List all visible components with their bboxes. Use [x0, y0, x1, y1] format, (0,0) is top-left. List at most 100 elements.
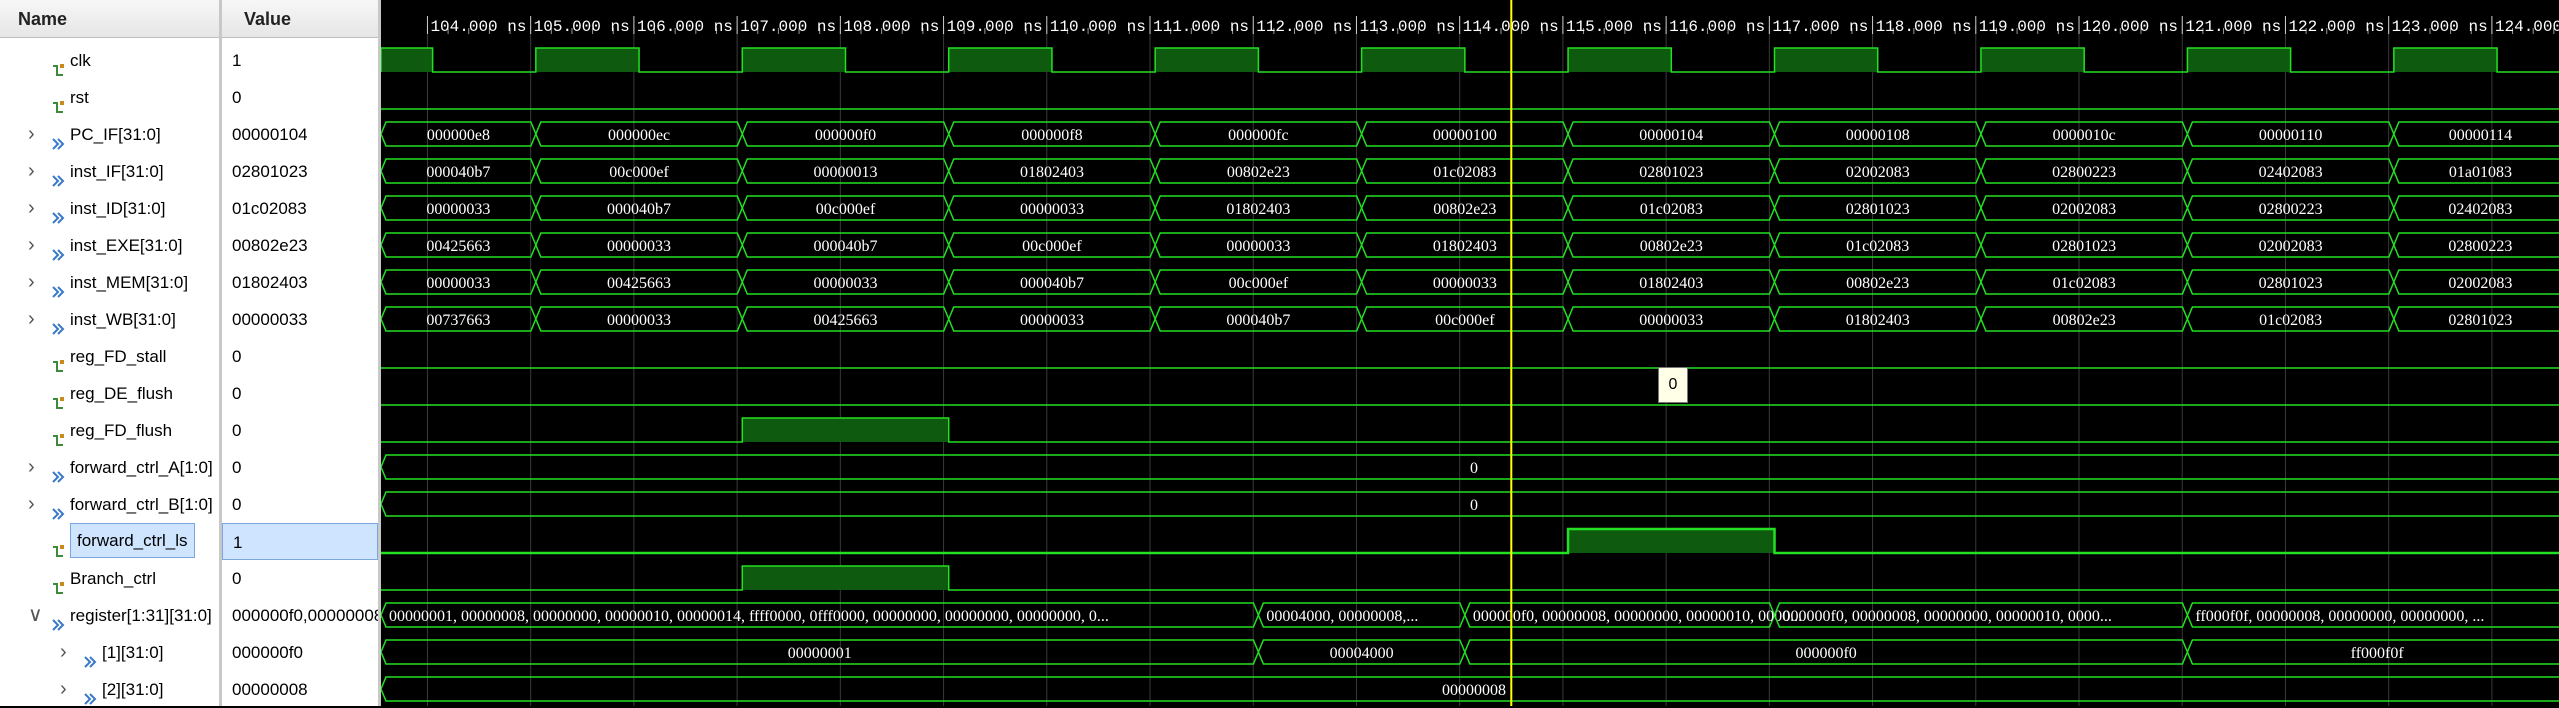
- bus-signal-icon: [52, 312, 65, 335]
- signal-high-fill: [2187, 48, 2291, 72]
- waveform-canvas[interactable]: 104.000 ns 105.000 ns 106.000 ns 107.000 ns…: [381, 0, 2559, 706]
- bus-value-label: 00000033: [1226, 238, 1290, 255]
- signal-value-register-1-31-31-0: 000000f0,00000008,00000000,00000010,0000: [232, 605, 378, 625]
- signal-name: forward_ctrl_A[1:0]: [70, 457, 213, 477]
- bit-signal-icon: [52, 534, 65, 557]
- bus-value-label: 000040b7: [814, 238, 878, 255]
- bus-value-label: 0: [1470, 460, 1478, 477]
- bus-value-label: 000000ec: [608, 127, 670, 144]
- bus-signal-icon: [52, 201, 65, 224]
- chevron-right-icon[interactable]: ›: [28, 301, 35, 338]
- signal-high-fill: [2393, 48, 2498, 72]
- chevron-right-icon[interactable]: ›: [28, 227, 35, 264]
- signal-row-1-31-0[interactable]: › [1][31:0]: [0, 634, 219, 671]
- chevron-right-icon[interactable]: ›: [28, 264, 35, 301]
- chevron-right-icon[interactable]: ›: [28, 190, 35, 227]
- signal-row-branch-ctrl[interactable]: Branch_ctrl: [0, 560, 219, 597]
- bus-value-label: 01802403: [1846, 312, 1910, 329]
- waveform-area[interactable]: 104.000 ns 105.000 ns 106.000 ns 107.000 ns…: [381, 0, 2559, 706]
- bus-value-label: 01c02083: [1433, 164, 1496, 181]
- bus-value-label: 01c02083: [1640, 201, 1703, 218]
- signal-row-inst-mem-31-0[interactable]: › inst_MEM[31:0]: [0, 264, 219, 301]
- time-tick-label: 120.000 ns: [2082, 18, 2178, 36]
- signal-row-pc-if-31-0[interactable]: › PC_IF[31:0]: [0, 116, 219, 153]
- bus-value-label: 00c000ef: [816, 201, 876, 218]
- bus-value-label: 00000033: [814, 275, 878, 292]
- bus-value-label: 00004000: [1330, 645, 1394, 662]
- signal-row-clk[interactable]: clk: [0, 42, 219, 79]
- signal-value-branch-ctrl: 0: [232, 568, 242, 588]
- signal-row-reg-fd-flush[interactable]: reg_FD_flush: [0, 412, 219, 449]
- bus-value-label: 00000001: [788, 645, 852, 662]
- bus-value-label: ff000f0f: [2351, 645, 2405, 662]
- bit-signal-icon: [52, 423, 65, 446]
- signal-row-2-31-0[interactable]: › [2][31:0]: [0, 671, 219, 708]
- bit-signal-icon: [52, 571, 65, 594]
- signal-value-forward-ctrl-a-1-0: 0: [232, 457, 242, 477]
- signal-high-fill: [381, 48, 433, 72]
- signal-high-fill: [535, 48, 640, 72]
- signal-value-inst-id-31-0: 01c02083: [232, 198, 307, 218]
- bus-value-label: 02801023: [1639, 164, 1703, 181]
- signal-row-forward-ctrl-b-1-0[interactable]: › forward_ctrl_B[1:0]: [0, 486, 219, 523]
- bus-signal-icon: [52, 127, 65, 150]
- signal-row-inst-id-31-0[interactable]: › inst_ID[31:0]: [0, 190, 219, 227]
- time-tick-label: 105.000 ns: [534, 18, 630, 36]
- bus-value-label: 00000110: [2259, 127, 2322, 144]
- bit-signal-icon: [52, 386, 65, 409]
- signal-name: reg_FD_stall: [70, 346, 167, 366]
- time-tick-label: 108.000 ns: [843, 18, 939, 36]
- signal-row-rst[interactable]: rst: [0, 79, 219, 116]
- bus-value-label: 00000033: [607, 312, 671, 329]
- signal-name: inst_WB[31:0]: [70, 309, 176, 329]
- bus-value-label: 00000104: [1639, 127, 1703, 144]
- signal-row-register-1-31-31-0[interactable]: ∨ register[1:31][31:0]: [0, 597, 219, 634]
- chevron-right-icon[interactable]: ›: [60, 634, 67, 671]
- bus-value-label: 01802403: [1226, 201, 1290, 218]
- time-tick-label: 111.000 ns: [1153, 18, 1249, 36]
- signal-row-reg-de-flush[interactable]: reg_DE_flush: [0, 375, 219, 412]
- signal-value-2-31-0: 00000008: [232, 679, 308, 699]
- signal-name: reg_FD_flush: [70, 420, 173, 440]
- signal-row-forward-ctrl-ls[interactable]: forward_ctrl_ls: [0, 522, 219, 560]
- signal-high-fill: [1774, 48, 1878, 72]
- signal-value-clk: 1: [232, 50, 242, 70]
- bus-value-label: 00802e23: [1846, 275, 1909, 292]
- chevron-right-icon[interactable]: ›: [60, 671, 67, 708]
- name-column: Name clk rst › PC_IF[31:0] › inst_IF[31:0] › in…: [0, 0, 219, 706]
- bus-value-label: 000040b7: [1020, 275, 1084, 292]
- signal-value-1-31-0: 000000f0: [232, 642, 303, 662]
- time-tick-label: 113.000 ns: [1359, 18, 1455, 36]
- bus-value-label: 00000033: [1020, 312, 1084, 329]
- chevron-right-icon[interactable]: ›: [28, 153, 35, 190]
- value-column-header[interactable]: Value: [222, 0, 378, 38]
- bus-value-label: 02402083: [2259, 164, 2323, 181]
- chevron-right-icon[interactable]: ›: [28, 116, 35, 153]
- signal-value-pc-if-31-0: 00000104: [232, 124, 308, 144]
- bus-value-label: 000000fc: [1228, 127, 1288, 144]
- time-tick-label: 112.000 ns: [1256, 18, 1352, 36]
- signal-row-forward-ctrl-a-1-0[interactable]: › forward_ctrl_A[1:0]: [0, 449, 219, 486]
- bus-value-label: 00000033: [1020, 201, 1084, 218]
- signal-row-inst-if-31-0[interactable]: › inst_IF[31:0]: [0, 153, 219, 190]
- signal-row-reg-fd-stall[interactable]: reg_FD_stall: [0, 338, 219, 375]
- signal-row-inst-exe-31-0[interactable]: › inst_EXE[31:0]: [0, 227, 219, 264]
- bus-value-label: 00000100: [1433, 127, 1497, 144]
- time-tick-label: 117.000 ns: [1772, 18, 1868, 36]
- signal-name: forward_ctrl_B[1:0]: [70, 494, 213, 514]
- chevron-right-icon[interactable]: ›: [28, 486, 35, 523]
- signal-row-inst-wb-31-0[interactable]: › inst_WB[31:0]: [0, 301, 219, 338]
- bus-value-label: 0: [1470, 497, 1478, 514]
- chevron-down-icon[interactable]: ∨: [28, 597, 43, 634]
- chevron-right-icon[interactable]: ›: [28, 449, 35, 486]
- bus-signal-icon: [84, 645, 97, 668]
- bus-value-label: 00000033: [426, 275, 490, 292]
- bus-value-label: 00802e23: [1640, 238, 1703, 255]
- bus-value-label: 02800223: [2052, 164, 2116, 181]
- bus-value-label: 01c02083: [1846, 238, 1909, 255]
- signal-value-inst-if-31-0: 02801023: [232, 161, 308, 181]
- time-tick-label: 107.000 ns: [740, 18, 836, 36]
- bus-signal-icon: [52, 164, 65, 187]
- signal-trace-reg_FD_flush: [381, 417, 2559, 443]
- name-column-header[interactable]: Name: [0, 0, 219, 38]
